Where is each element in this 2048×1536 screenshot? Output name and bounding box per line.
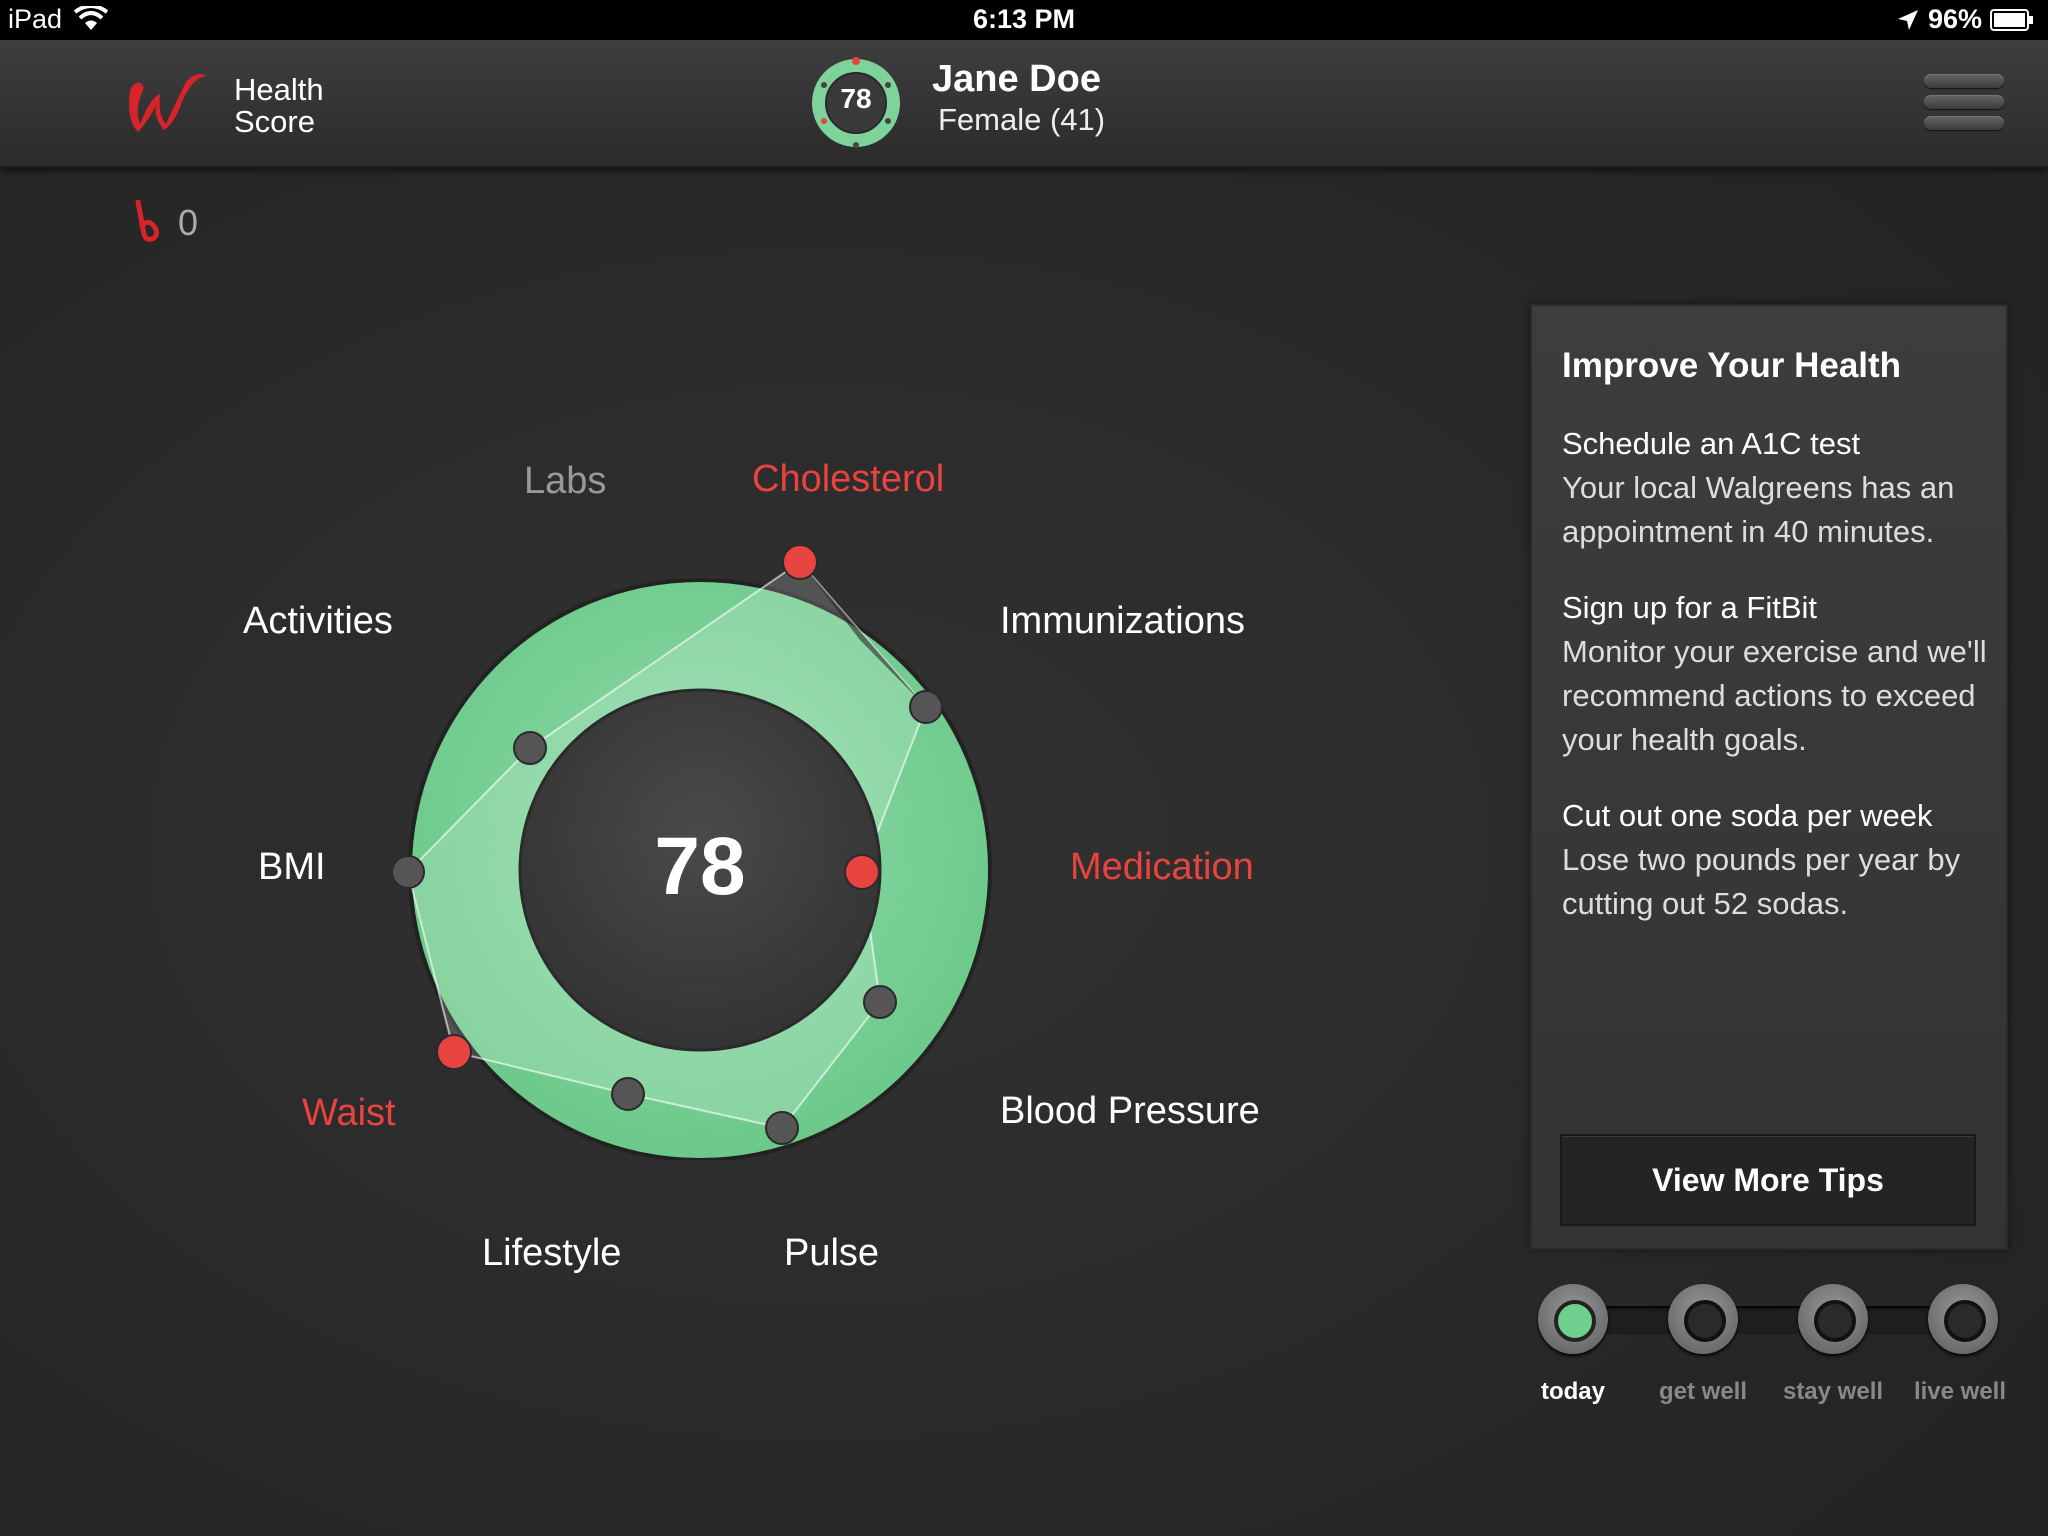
tip-title: Sign up for a FitBit [1562, 590, 1818, 625]
tip-item[interactable]: Schedule an A1C test Your local Walgreen… [1562, 422, 1992, 554]
tip-item[interactable]: Cut out one soda per week Lose two pound… [1562, 794, 1992, 926]
tip-body: Your local Walgreens has an appointment … [1562, 470, 1955, 549]
tips-title: Improve Your Health [1562, 346, 1902, 385]
menu-button[interactable] [1924, 74, 2004, 140]
tip-item[interactable]: Sign up for a FitBit Monitor your exerci… [1562, 586, 1992, 762]
user-detail: Female (41) [938, 102, 1106, 137]
timeline-label-today[interactable]: today [1513, 1378, 1633, 1406]
marker-lifestyle[interactable] [611, 1077, 645, 1111]
category-blood-pressure[interactable]: Blood Pressure [1000, 1090, 1260, 1133]
marker-bmi[interactable] [391, 855, 425, 889]
step-indicator-icon [1944, 1300, 1986, 1342]
category-immunizations[interactable]: Immunizations [1000, 600, 1245, 643]
tip-title: Schedule an A1C test [1562, 426, 1861, 461]
progress-timeline: today get well stay well live well [1530, 1276, 2006, 1416]
view-more-tips-button[interactable]: View More Tips [1560, 1134, 1976, 1226]
app-name: Health Score [234, 74, 324, 138]
app-header: Health Score 78 Jane Doe Female (41) [0, 40, 2048, 168]
category-bmi[interactable]: BMI [258, 846, 326, 889]
user-name: Jane Doe [932, 58, 1101, 100]
improve-health-panel: Improve Your Health Schedule an A1C test… [1530, 304, 2008, 1250]
timeline-label-stay-well[interactable]: stay well [1773, 1378, 1893, 1406]
avatar-score: 78 [840, 83, 872, 114]
user-score-avatar[interactable]: 78 [808, 55, 904, 151]
app-name-line2: Score [234, 104, 315, 139]
tip-title: Cut out one soda per week [1562, 798, 1933, 833]
marker-medication[interactable] [844, 854, 880, 890]
points-value: 0 [178, 202, 199, 243]
points-counter: 0 [132, 200, 198, 246]
menu-bar-icon [1924, 116, 2004, 130]
timeline-label-get-well[interactable]: get well [1643, 1378, 1763, 1406]
step-indicator-icon [1814, 1300, 1856, 1342]
category-medication[interactable]: Medication [1070, 846, 1254, 889]
battery-icon [1990, 8, 2033, 31]
category-lifestyle[interactable]: Lifestyle [482, 1232, 621, 1275]
category-labs[interactable]: Labs [524, 460, 606, 503]
timeline-step-today[interactable] [1538, 1284, 1608, 1354]
marker-blood-pressure[interactable] [863, 985, 897, 1019]
timeline-step-get-well[interactable] [1668, 1284, 1738, 1354]
marker-immunizations[interactable] [909, 690, 943, 724]
status-right: 96% [1896, 4, 2034, 35]
category-cholesterol[interactable]: Cholesterol [752, 458, 944, 501]
category-activities[interactable]: Activities [243, 600, 393, 643]
marker-activities[interactable] [513, 731, 547, 765]
timeline-step-stay-well[interactable] [1798, 1284, 1868, 1354]
menu-bar-icon [1924, 95, 2004, 109]
balance-rewards-icon [135, 200, 160, 242]
status-bar: iPad 6:13 PM 96% [0, 0, 2048, 40]
marker-pulse[interactable] [765, 1111, 799, 1145]
tip-body: Lose two pounds per year by cutting out … [1562, 842, 1961, 921]
category-waist[interactable]: Waist [302, 1092, 396, 1135]
category-pulse[interactable]: Pulse [784, 1232, 879, 1275]
app-name-line1: Health [234, 72, 324, 107]
health-score-value: 78 [654, 821, 746, 912]
menu-bar-icon [1924, 74, 2004, 88]
step-indicator-icon [1684, 1300, 1726, 1342]
battery-percent: 96% [1927, 4, 1982, 34]
step-indicator-icon [1554, 1300, 1596, 1342]
tip-body: Monitor your exercise and we'll recommen… [1562, 634, 1987, 757]
timeline-step-live-well[interactable] [1928, 1284, 1998, 1354]
timeline-track [1570, 1306, 1960, 1334]
timeline-label-live-well[interactable]: live well [1900, 1378, 2020, 1406]
marker-cholesterol[interactable] [782, 544, 818, 580]
marker-waist[interactable] [436, 1034, 472, 1070]
walgreens-logo-icon[interactable] [120, 68, 212, 138]
status-time: 6:13 PM [972, 4, 1076, 34]
location-arrow-icon [1897, 9, 1918, 30]
